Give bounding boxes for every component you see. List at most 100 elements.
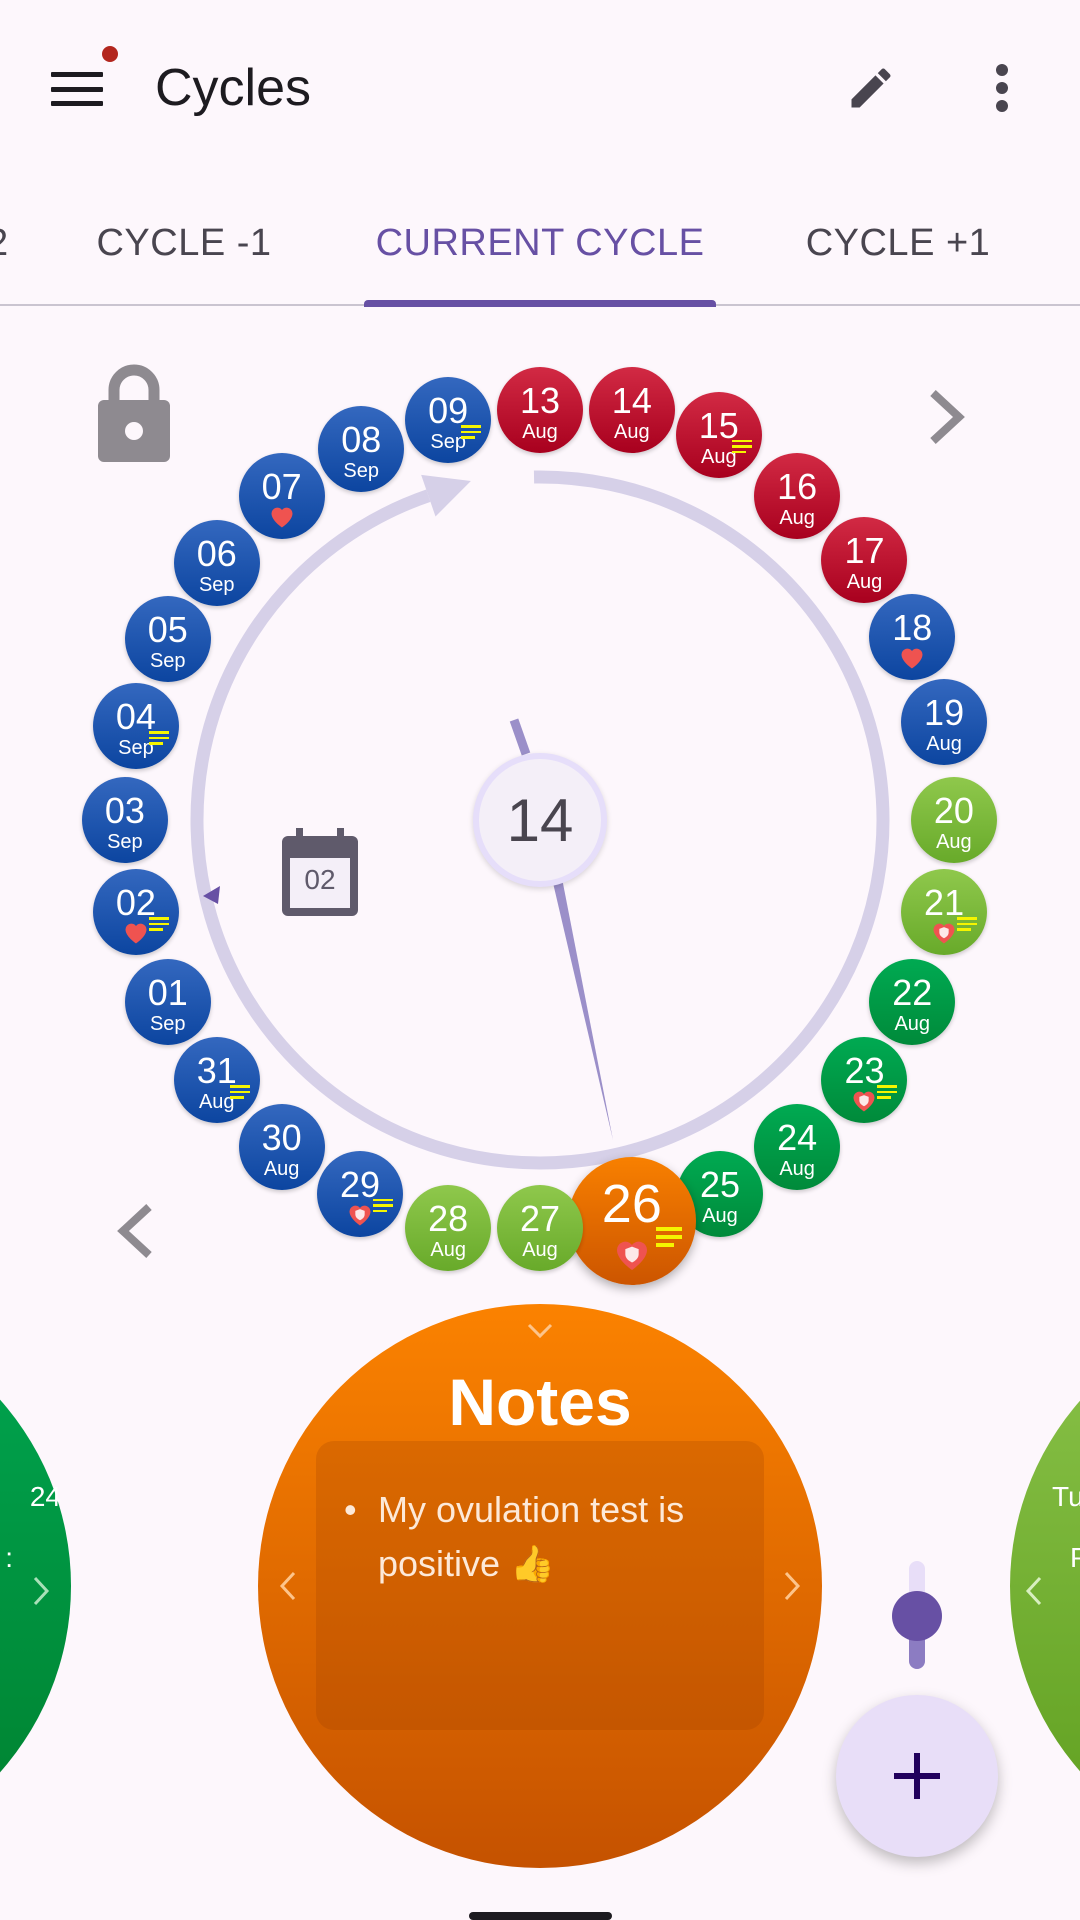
next-button[interactable] xyxy=(925,388,969,451)
day-number: 18 xyxy=(892,606,933,648)
plus-icon xyxy=(894,1753,940,1799)
heart-shield-icon xyxy=(933,923,955,944)
day-number: 24 xyxy=(777,1117,818,1159)
day-number: 01 xyxy=(147,971,188,1013)
notes-content[interactable]: • My ovulation test is positive 👍 xyxy=(316,1441,764,1730)
day-month: Aug xyxy=(846,570,883,593)
add-button[interactable] xyxy=(836,1695,998,1857)
day-bubble[interactable]: 08 Sep xyxy=(318,406,405,493)
next-card-text: Tu xyxy=(1052,1481,1080,1512)
day-bubble[interactable]: 30 Aug xyxy=(238,1104,325,1191)
previous-card-text: 24 xyxy=(29,1481,61,1512)
day-bubble[interactable]: 07 xyxy=(238,452,325,539)
calendar-button[interactable]: 02 xyxy=(280,828,360,918)
day-month: Aug xyxy=(936,831,972,854)
notes-indicator-icon xyxy=(655,1226,682,1251)
slider-thumb[interactable] xyxy=(892,1591,942,1641)
day-month: Aug xyxy=(522,421,558,444)
day-month: Sep xyxy=(343,460,380,483)
day-bubble[interactable]: 13 Aug xyxy=(497,367,583,454)
heart-icon xyxy=(271,507,293,528)
chevron-left-icon[interactable] xyxy=(278,1569,298,1603)
chevron-down-icon[interactable] xyxy=(526,1322,554,1340)
day-bubble[interactable]: 09 Sep xyxy=(405,377,492,463)
day-bubble[interactable]: 02 xyxy=(92,869,179,956)
notes-indicator-icon xyxy=(731,439,752,457)
day-bubble[interactable]: 14 Aug xyxy=(588,367,675,454)
day-bubble[interactable]: 16 Aug xyxy=(754,452,841,539)
day-number: 26 xyxy=(601,1173,662,1234)
day-bubble-selected[interactable]: 26 xyxy=(567,1156,696,1285)
day-number: 16 xyxy=(777,465,818,507)
chevron-left-icon xyxy=(1025,1576,1042,1606)
day-bubble[interactable]: 27 Aug xyxy=(497,1185,583,1272)
day-month: Aug xyxy=(894,1012,931,1035)
bullet: • xyxy=(344,1489,357,1530)
day-bubble[interactable]: 21 xyxy=(901,869,988,956)
app-screen: Cycles 2 CYCLE -1 CURRENT CYCLE CYCLE +1… xyxy=(0,0,1080,1920)
notes-indicator-icon xyxy=(148,731,169,748)
heart-shield-icon xyxy=(616,1241,647,1270)
day-number: 21 xyxy=(924,882,965,924)
dial-hand xyxy=(550,868,613,1140)
dial-hand-tail xyxy=(509,718,531,756)
day-bubble[interactable]: 03 Sep xyxy=(81,777,168,864)
chevron-right-icon xyxy=(930,390,965,444)
heart-icon xyxy=(125,923,147,944)
day-bubble[interactable]: 05 Sep xyxy=(124,596,211,683)
notes-indicator-icon xyxy=(877,1085,898,1102)
ring-arrowhead-icon xyxy=(421,474,471,517)
day-number: 13 xyxy=(519,380,561,422)
day-bubble[interactable]: 04 Sep xyxy=(92,683,179,770)
notes-indicator-icon xyxy=(957,917,978,934)
day-bubble[interactable]: 19 Aug xyxy=(901,679,988,766)
day-number: 04 xyxy=(115,696,156,738)
day-number: 30 xyxy=(261,1117,302,1159)
day-bubble[interactable]: 29 xyxy=(317,1150,403,1237)
previous-button[interactable] xyxy=(113,1202,157,1265)
day-bubble[interactable]: 28 Aug xyxy=(405,1185,492,1272)
day-number: 27 xyxy=(519,1198,561,1240)
day-bubble[interactable]: 01 Sep xyxy=(124,958,211,1045)
day-bubble[interactable]: 20 Aug xyxy=(910,777,997,864)
home-indicator xyxy=(469,1912,612,1920)
day-bubble[interactable]: 15 Aug xyxy=(675,391,762,478)
zoom-slider[interactable] xyxy=(892,1561,942,1669)
day-number: 19 xyxy=(924,692,965,734)
notes-card[interactable]: Notes • My ovulation test is positive 👍 xyxy=(258,1304,822,1868)
day-bubble[interactable]: 24 Aug xyxy=(754,1104,841,1191)
day-number: 17 xyxy=(844,529,885,571)
notes-indicator-icon xyxy=(229,1085,250,1102)
notes-indicator-icon xyxy=(461,425,482,442)
day-month: Aug xyxy=(779,506,815,529)
day-month: Aug xyxy=(263,1158,300,1181)
note-item: My ovulation test is positive 👍 xyxy=(378,1489,685,1584)
day-month: Sep xyxy=(107,831,143,854)
day-bubble[interactable]: 22 Aug xyxy=(869,958,956,1045)
day-bubble[interactable]: 18 xyxy=(869,593,956,680)
notes-title: Notes xyxy=(448,1365,632,1439)
day-number: 07 xyxy=(261,465,302,507)
day-month: Sep xyxy=(198,574,235,597)
chevron-left-icon xyxy=(117,1204,152,1258)
previous-card-text-2: : xyxy=(5,1542,13,1573)
lock-button[interactable] xyxy=(96,364,172,469)
chevron-right-icon[interactable] xyxy=(782,1569,802,1603)
cycle-day-counter[interactable]: 14 xyxy=(473,753,607,887)
day-number: 09 xyxy=(428,390,469,431)
day-bubble[interactable]: 31 Aug xyxy=(173,1037,260,1123)
lock-icon xyxy=(98,364,170,462)
day-number: 05 xyxy=(147,609,188,651)
day-number: 14 xyxy=(611,380,652,422)
day-number: 28 xyxy=(428,1198,469,1240)
day-month: Aug xyxy=(614,421,650,444)
day-month: Aug xyxy=(779,1158,815,1181)
day-bubble[interactable]: 23 xyxy=(821,1037,908,1123)
chevron-right-icon xyxy=(33,1576,50,1606)
day-bubble[interactable]: 17 Aug xyxy=(821,516,908,603)
day-number: 22 xyxy=(892,971,933,1013)
day-number: 31 xyxy=(196,1050,237,1091)
heart-shield-icon xyxy=(853,1091,875,1112)
day-bubble[interactable]: 06 Sep xyxy=(173,520,260,607)
day-month: Sep xyxy=(149,650,186,673)
